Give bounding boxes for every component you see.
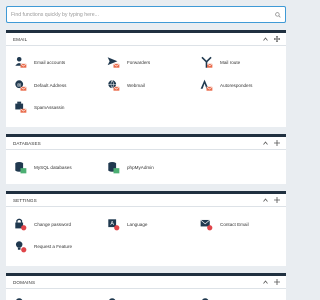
language-icon: A	[108, 219, 120, 231]
domains-item-2[interactable]	[107, 295, 127, 300]
collapse-icon[interactable]	[263, 37, 268, 41]
domains-item-3[interactable]	[200, 295, 220, 300]
forwarders-icon	[107, 57, 120, 68]
phpmyadmin-link[interactable]: phpMyAdmin	[107, 159, 154, 176]
item-label: Webmail	[127, 83, 145, 88]
contact-email-icon	[200, 219, 213, 231]
spamassassin-link[interactable]: SpamAssassin	[14, 99, 64, 116]
collapse-icon[interactable]	[263, 141, 268, 145]
forwarders-link[interactable]: Forwarders	[107, 54, 150, 71]
collapse-icon[interactable]	[263, 280, 268, 284]
contact-email-link[interactable]: Contact Email	[200, 216, 249, 233]
webmail-link[interactable]: Webmail	[107, 77, 145, 94]
mail-route-link[interactable]: Mail route	[200, 54, 240, 71]
move-icon[interactable]	[274, 197, 280, 203]
email-accounts-icon	[15, 56, 27, 68]
panel-title: EMAIL	[13, 36, 28, 42]
mysql-databases-link[interactable]: MySQL databases	[14, 159, 72, 176]
request-feature-link[interactable]: Request a Feature	[14, 238, 72, 255]
item-label: Default Address	[34, 83, 67, 88]
database-icon	[15, 161, 27, 174]
item-label: Email accounts	[34, 60, 66, 65]
email-accounts-link[interactable]: Email accounts	[14, 54, 65, 71]
settings-panel-header: SETTINGS	[6, 194, 286, 207]
svg-text:A: A	[110, 221, 114, 227]
default-address-icon: @	[15, 80, 27, 91]
settings-panel: SETTINGS Change password A Language Cont…	[6, 191, 286, 266]
autoresponders-icon	[200, 79, 213, 91]
search-box[interactable]	[6, 6, 286, 23]
item-label: Forwarders	[127, 60, 151, 65]
mail-route-icon	[201, 56, 213, 68]
phpmyadmin-icon	[108, 161, 120, 174]
panel-title: DATABASES	[13, 140, 41, 146]
item-label: phpMyAdmin	[127, 165, 154, 170]
domains-panel: DOMAINS	[6, 273, 286, 300]
move-icon[interactable]	[274, 36, 280, 42]
email-panel-header: EMAIL	[6, 33, 286, 46]
item-label: MySQL databases	[34, 165, 72, 170]
domains-panel-header: DOMAINS	[6, 276, 286, 289]
item-label: Language	[127, 222, 148, 227]
feature-request-icon	[15, 241, 27, 253]
change-password-link[interactable]: Change password	[14, 216, 71, 233]
default-address-link[interactable]: @ Default Address	[14, 77, 66, 94]
webmail-icon	[108, 80, 120, 91]
spamassassin-icon	[15, 101, 27, 113]
email-panel: EMAIL Email accounts Forwarders Mail rou…	[6, 30, 286, 127]
domains-item-1[interactable]	[14, 295, 34, 300]
language-link[interactable]: A Language	[107, 216, 147, 233]
lock-icon	[15, 218, 27, 231]
autoresponders-link[interactable]: Autoresponders	[200, 77, 252, 94]
item-label: Request a Feature	[34, 244, 73, 249]
move-icon[interactable]	[274, 279, 280, 285]
item-label: Contact Email	[220, 222, 249, 227]
move-icon[interactable]	[274, 140, 280, 146]
collapse-icon[interactable]	[263, 198, 268, 202]
panel-title: SETTINGS	[13, 197, 37, 203]
item-label: Mail route	[220, 60, 241, 65]
item-label: SpamAssassin	[34, 105, 65, 110]
item-label: Autoresponders	[220, 83, 253, 88]
item-label: Change password	[34, 222, 72, 227]
search-icon[interactable]	[271, 11, 285, 18]
databases-panel-header: DATABASES	[6, 137, 286, 150]
search-input[interactable]	[7, 7, 271, 22]
databases-panel: DATABASES MySQL databases phpMyAdmin	[6, 134, 286, 184]
panel-title: DOMAINS	[13, 279, 36, 285]
